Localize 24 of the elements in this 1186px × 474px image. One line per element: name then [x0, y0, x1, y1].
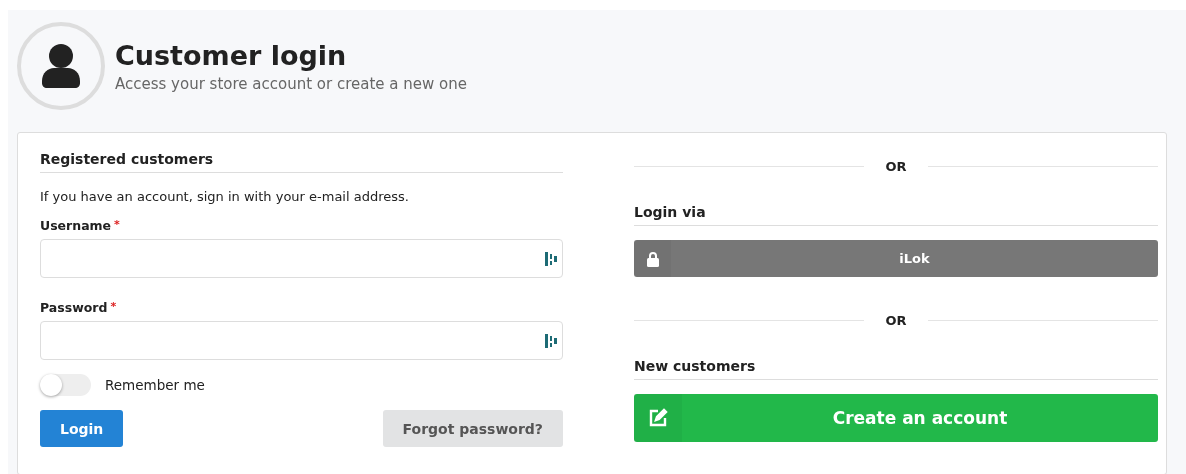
edit-icon — [648, 408, 668, 428]
intro-text: If you have an account, sign in with your e-mail address. — [40, 189, 410, 204]
section-heading: Login via — [634, 204, 1158, 226]
toggle-label: Remember me — [105, 377, 205, 393]
login-button[interactable]: Login — [40, 410, 124, 447]
provider-login-button[interactable]: iLok — [634, 240, 1158, 277]
required-mark: * — [110, 300, 117, 315]
page-title: Customer login — [115, 39, 348, 71]
section-heading: Registered customers — [40, 151, 563, 173]
input-field[interactable] — [40, 321, 563, 360]
key-icon[interactable] — [544, 250, 558, 267]
input-field[interactable] — [40, 239, 563, 278]
forgot-password-button[interactable]: Forgot password? — [382, 410, 563, 447]
field-label: Username — [40, 218, 112, 233]
section-heading: New customers — [634, 358, 1158, 380]
or-divider-text: OR — [884, 159, 908, 174]
create-account-button[interactable]: Create an account — [634, 394, 1158, 442]
toggle-switch[interactable] — [40, 374, 91, 396]
or-divider-text: OR — [884, 313, 908, 328]
field-label: Password — [40, 300, 108, 315]
key-icon[interactable] — [544, 332, 558, 349]
required-mark: * — [114, 218, 120, 233]
lock-icon — [645, 250, 660, 267]
page-subtitle: Access your store account or create a new one — [115, 74, 467, 93]
